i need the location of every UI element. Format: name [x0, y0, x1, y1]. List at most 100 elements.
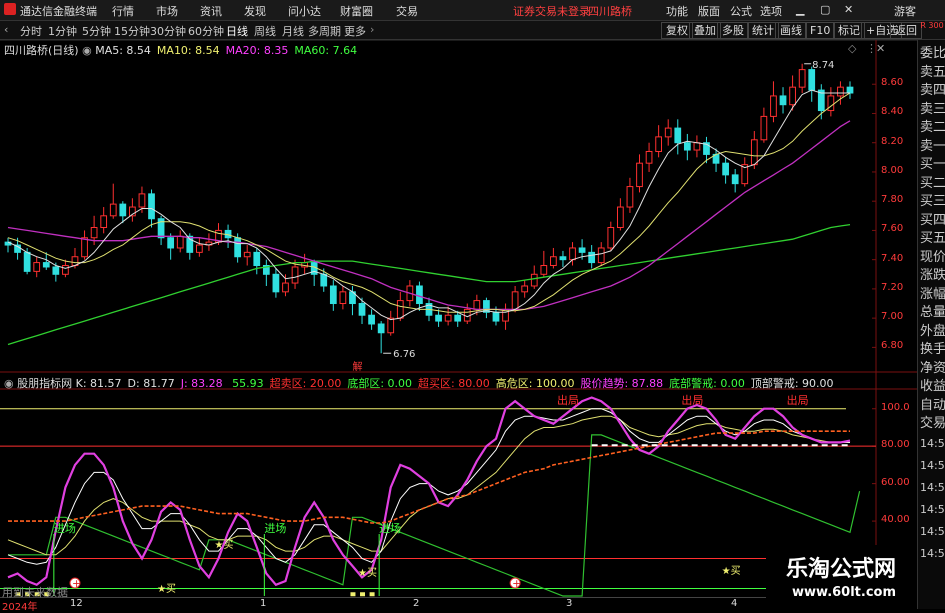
candle-body [138, 193, 146, 208]
price-tick-label: 8.60 [881, 77, 904, 89]
candle-body [100, 215, 108, 229]
candle-body [492, 311, 500, 322]
candle-body [674, 127, 682, 144]
side-time-5: 14:56 [920, 547, 945, 560]
candle-body [176, 235, 184, 249]
exit-signal-label: 出局 [557, 393, 579, 407]
indicator-j-line [7, 396, 851, 587]
candle-body [272, 273, 280, 293]
candle-body [167, 237, 175, 249]
candle-body [597, 247, 605, 264]
candle-body [195, 244, 203, 253]
side-item-9[interactable]: 买四 [920, 209, 945, 228]
buy-signal-label: ★买 [157, 583, 176, 595]
candle-body [540, 265, 548, 275]
side-time-1: 14:56 [920, 459, 945, 472]
candle-body [234, 237, 242, 258]
candle-body [789, 86, 796, 106]
candle-body [808, 69, 816, 91]
candle-body [435, 314, 442, 322]
side-item-10[interactable]: 买五 [920, 227, 945, 246]
candle-body [693, 142, 701, 151]
x-label-dec: 12 [70, 598, 83, 609]
side-item-0[interactable]: 委比 [920, 42, 945, 61]
side-item-12[interactable]: 涨跌 [920, 264, 945, 283]
entry-signal-label: 进场 [379, 521, 401, 535]
price-tick-label: 7.60 [881, 223, 904, 235]
price-tick-label: 8.40 [881, 106, 904, 118]
ma60-line [7, 223, 851, 346]
candle-body [416, 285, 423, 305]
side-item-6[interactable]: 买一 [920, 153, 945, 172]
buy-signal-label: ★买 [215, 539, 234, 551]
price-tick-label: 7.00 [881, 311, 904, 323]
high-price-label: 8.74 [812, 60, 834, 71]
side-time-4: 14:56 [920, 525, 945, 538]
candle-body [62, 265, 69, 275]
candle-body [626, 186, 634, 208]
candle-body [339, 291, 347, 305]
candle-body [731, 174, 739, 185]
candle-body [109, 203, 117, 217]
candle-body [42, 262, 50, 268]
candle-body [52, 266, 60, 275]
quote-side-panel: 委比 卖五 卖四 卖三 卖二 卖一 买一 买二 买三 买四 买五 现价 涨跌 涨幅 总量 外盘 换手 净资 收益 自动… [917, 40, 945, 609]
side-item-5[interactable]: 卖一 [920, 135, 945, 154]
watermark: 乐淘公式网 www.60lt.com [766, 545, 916, 609]
candle-body [578, 247, 586, 253]
candle-body [444, 314, 452, 322]
x-label-feb: 2 [413, 598, 420, 609]
side-item-15[interactable]: 外盘 [920, 320, 945, 339]
candle-body [23, 251, 31, 272]
side-item-14[interactable]: 总量 [920, 301, 945, 320]
side-item-11[interactable]: 现价 [920, 246, 945, 265]
candle-body [253, 251, 261, 267]
future-data-note: 用到未来数据 [2, 586, 68, 599]
x-label-year: 2024年 [2, 602, 38, 613]
candle-body [664, 127, 672, 138]
bottom-zone-marker [360, 592, 366, 597]
watermark-title: 乐淘公式网 [786, 557, 897, 582]
side-time-2: 14:56 [920, 481, 945, 494]
candle-body [282, 282, 289, 293]
indicator-tick-label: 60.00 [881, 476, 910, 488]
candle-body [607, 227, 615, 249]
candle-body [588, 251, 596, 264]
candle-body [750, 139, 758, 166]
low-price-label: 6.76 [393, 349, 415, 360]
candle-body [320, 273, 328, 287]
side-item-7[interactable]: 买二 [920, 172, 945, 191]
side-item-20[interactable]: 交易 [920, 412, 945, 431]
indicator-tick-label: 40.00 [881, 514, 910, 526]
candle-body [846, 86, 854, 94]
candle-body [521, 285, 529, 293]
ma10-line [7, 92, 851, 313]
side-item-19[interactable]: 自动 [920, 394, 945, 413]
side-item-16[interactable]: 换手 [920, 338, 945, 357]
candle-body [33, 262, 41, 272]
side-time-3: 14:56 [920, 503, 945, 516]
side-item-3[interactable]: 卖三 [920, 98, 945, 117]
price-tick-label: 6.80 [881, 340, 904, 352]
side-item-17[interactable]: 净资 [920, 357, 945, 376]
price-tick-label: 8.20 [881, 135, 904, 147]
candle-body [616, 206, 624, 229]
kline-chart[interactable]: 8.74 6.76 解出局 出局 出局进场 进场 进场 ★买 ★买 ★买 ★买 + + [0, 0, 945, 609]
price-tick-label: 7.40 [881, 252, 904, 264]
side-item-1[interactable]: 卖五 [920, 61, 945, 80]
buy-signal-label: ★买 [358, 567, 377, 579]
candle-body [243, 251, 251, 258]
side-item-2[interactable]: 卖四 [920, 79, 945, 98]
candle-body [683, 142, 691, 151]
x-label-jan: 1 [260, 598, 267, 609]
price-tick-label: 8.00 [881, 164, 904, 176]
x-label-apr: 4 [731, 598, 738, 609]
candle-body [291, 266, 299, 284]
side-item-4[interactable]: 卖二 [920, 116, 945, 135]
plus-icon-glyph: + [512, 577, 521, 590]
candle-body [569, 247, 576, 261]
candle-body [377, 323, 385, 334]
side-item-13[interactable]: 涨幅 [920, 283, 945, 302]
side-item-8[interactable]: 买三 [920, 190, 945, 209]
side-item-18[interactable]: 收益 [920, 375, 945, 394]
